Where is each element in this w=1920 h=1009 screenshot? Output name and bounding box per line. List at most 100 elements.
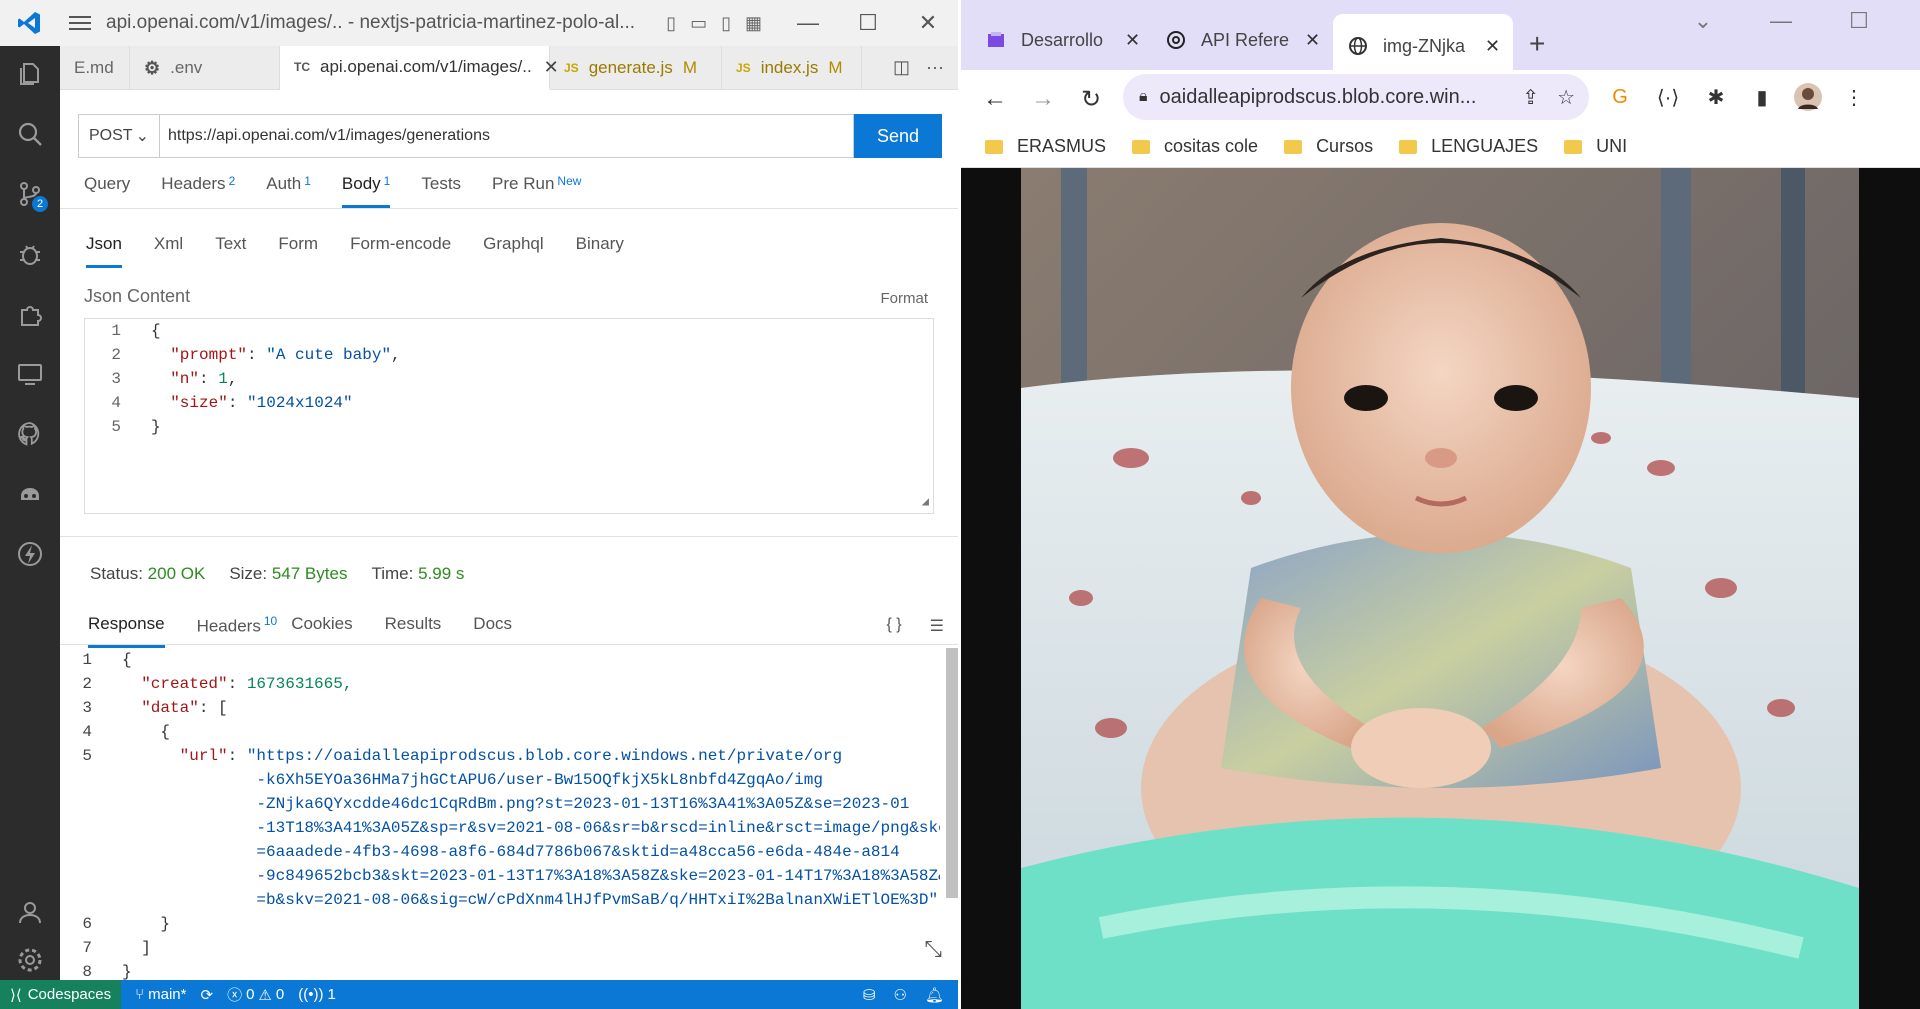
tab-env[interactable]: ⚙ .env: [130, 46, 280, 90]
tab-pre-run[interactable]: Pre Run New: [492, 174, 581, 208]
new-tab-icon[interactable]: +: [1529, 28, 1545, 60]
body-tab-form[interactable]: Form: [278, 234, 318, 268]
bookmark-star-icon[interactable]: ☆: [1557, 85, 1575, 110]
profile-avatar[interactable]: [1791, 80, 1825, 114]
minimize-icon[interactable]: —: [1742, 8, 1820, 34]
tab-response[interactable]: Response: [88, 614, 165, 648]
bookmark-folder[interactable]: Cursos: [1284, 136, 1373, 157]
database-icon[interactable]: ⛁: [863, 986, 876, 1004]
body-tab-json[interactable]: Json: [86, 234, 122, 268]
format-button[interactable]: Format: [880, 290, 928, 307]
hamburger-menu-icon[interactable]: [58, 0, 102, 46]
more-actions-icon[interactable]: ···: [926, 57, 944, 78]
run-debug-icon[interactable]: [0, 226, 60, 282]
status-bar: ⟩⟨ Codespaces ⑂ main* ⟳ ⓧ 0 ⚠ 0 ((•)) 1 ⛁ ⚇ 🔔︎: [0, 980, 958, 1009]
maximize-icon[interactable]: ☐: [1820, 8, 1898, 34]
back-icon[interactable]: ←: [971, 75, 1019, 123]
thunder-client-icon[interactable]: [0, 526, 60, 582]
live-share-icon[interactable]: ⚇: [894, 986, 907, 1004]
body-tab-form-encode[interactable]: Form-encode: [350, 234, 451, 268]
branch-indicator[interactable]: ⑂ main*: [135, 986, 186, 1003]
tab-cookies[interactable]: Cookies: [291, 614, 352, 648]
tab-generate-js[interactable]: JS generate.js M: [550, 46, 722, 90]
response-body[interactable]: 1{ 2 "created": 1673631665, 3 "data": [ …: [60, 648, 940, 980]
body-tab-text[interactable]: Text: [215, 234, 246, 268]
copilot-icon[interactable]: [0, 466, 60, 522]
bookmark-folder[interactable]: cositas cole: [1132, 136, 1258, 157]
toggle-panel-icon[interactable]: ▭: [690, 13, 707, 34]
bookmark-folder[interactable]: ERASMUS: [985, 136, 1106, 157]
gear-icon: ⚙: [144, 57, 161, 78]
split-editor-icon[interactable]: ◫: [893, 57, 910, 78]
body-tab-xml[interactable]: Xml: [154, 234, 183, 268]
maximize-icon[interactable]: ☐: [838, 0, 898, 46]
code-line: 4 {: [82, 723, 171, 741]
reload-icon[interactable]: ↻: [1067, 75, 1115, 123]
remote-indicator[interactable]: ⟩⟨ Codespaces: [0, 980, 122, 1009]
close-tab-icon[interactable]: ✕: [1305, 30, 1320, 51]
tab-desarrollo[interactable]: Desarrollo ✕: [971, 14, 1141, 66]
chrome-menu-icon[interactable]: ⋮: [1837, 80, 1871, 114]
tab-search-icon[interactable]: ⌄: [1664, 8, 1742, 34]
url-input[interactable]: https://api.openai.com/v1/images/generat…: [160, 114, 854, 158]
tab-img-znjka[interactable]: img-ZNjka ✕: [1333, 14, 1513, 78]
close-tab-icon[interactable]: ✕: [1125, 30, 1140, 51]
code-line: 2 "created": 1673631665,: [82, 675, 353, 693]
toggle-sidebar-icon[interactable]: ▯: [666, 13, 676, 34]
sync-icon[interactable]: ⟳: [200, 986, 213, 1004]
extensions-icon[interactable]: [0, 286, 60, 342]
toggle-secondary-sidebar-icon[interactable]: ▯: [721, 13, 731, 34]
ports-indicator[interactable]: ((•)) 1: [298, 986, 336, 1003]
method-select[interactable]: POST ⌄: [78, 114, 160, 158]
close-icon[interactable]: ✕: [1898, 8, 1920, 34]
share-icon[interactable]: ⇪: [1522, 85, 1539, 110]
remote-explorer-icon[interactable]: [0, 346, 60, 402]
tab-docs[interactable]: Docs: [473, 614, 512, 648]
address-bar[interactable]: 🔒︎ oaidalleapiprodscus.blob.core.win... …: [1123, 74, 1589, 120]
request-tabs: Query Headers 2 Auth 1 Body 1 Tests Pre Run…: [84, 174, 612, 208]
tab-response-headers[interactable]: Headers 10: [197, 614, 278, 648]
extensions-puzzle-icon[interactable]: ✱: [1699, 80, 1733, 114]
vscode-logo-icon[interactable]: [0, 0, 58, 46]
expand-icon[interactable]: ⤡: [924, 936, 942, 962]
tab-tests[interactable]: Tests: [421, 174, 461, 208]
grammarly-extension-icon[interactable]: G: [1603, 80, 1637, 114]
tab-query[interactable]: Query: [84, 174, 130, 208]
explorer-icon[interactable]: [0, 46, 60, 102]
notifications-bell-icon[interactable]: 🔔︎: [925, 986, 944, 1004]
json-body-editor[interactable]: 1{ 2 "prompt": "A cute baby", 3 "n": 1, …: [84, 318, 934, 514]
bookmark-folder[interactable]: LENGUAJES: [1399, 136, 1538, 157]
body-tab-graphql[interactable]: Graphql: [483, 234, 543, 268]
source-control-icon[interactable]: 2: [0, 166, 60, 222]
devtools-extension-icon[interactable]: ⟨·⟩: [1651, 80, 1685, 114]
problems-indicator[interactable]: ⓧ 0 ⚠ 0: [227, 984, 284, 1005]
tab-readme[interactable]: E.md: [60, 46, 130, 90]
forward-icon[interactable]: →: [1019, 75, 1067, 123]
menu-lines-icon[interactable]: ☰: [930, 616, 944, 636]
customize-layout-icon[interactable]: ▦: [745, 13, 762, 34]
body-tab-binary[interactable]: Binary: [576, 234, 624, 268]
close-tab-icon[interactable]: ✕: [1485, 36, 1500, 57]
side-panel-icon[interactable]: ▮: [1745, 80, 1779, 114]
tab-index-js[interactable]: JS index.js M: [722, 46, 862, 90]
resize-handle-icon[interactable]: ◢: [922, 494, 929, 509]
tab-auth[interactable]: Auth 1: [266, 174, 311, 208]
close-icon[interactable]: ✕: [898, 0, 958, 46]
vscode-window: api.openai.com/v1/images/.. - nextjs-pat…: [0, 0, 958, 1009]
tab-results[interactable]: Results: [385, 614, 442, 648]
tab-headers[interactable]: Headers 2: [161, 174, 235, 208]
response-scrollbar[interactable]: [946, 648, 958, 898]
code-line: 4 "size": "1024x1024": [111, 394, 353, 412]
github-icon[interactable]: [0, 406, 60, 462]
minimize-icon[interactable]: —: [778, 0, 838, 46]
send-button[interactable]: Send: [854, 114, 942, 158]
tab-thunder-client[interactable]: TC api.openai.com/v1/images/.. ✕: [280, 46, 559, 90]
openai-logo-icon: [1165, 29, 1187, 51]
code-line: 8}: [82, 963, 132, 980]
braces-icon[interactable]: { }: [887, 616, 902, 636]
bookmark-folder[interactable]: UNI: [1564, 136, 1627, 157]
javascript-icon: JS: [736, 61, 751, 75]
search-icon[interactable]: [0, 106, 60, 162]
tab-body[interactable]: Body 1: [341, 174, 391, 208]
tab-api-reference[interactable]: API Refere ✕: [1151, 14, 1321, 66]
